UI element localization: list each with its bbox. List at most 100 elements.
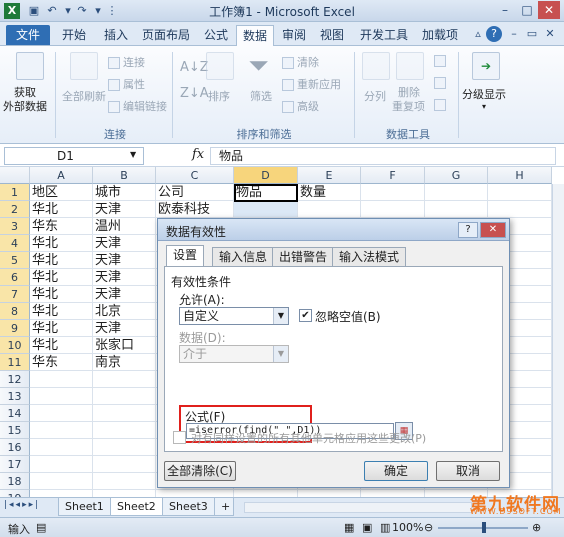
column-header[interactable]: H (488, 167, 552, 184)
tab-review[interactable]: 审阅 (276, 25, 312, 45)
cell[interactable]: 北京 (93, 303, 156, 320)
cell[interactable] (30, 405, 93, 422)
cell[interactable]: 公司 (156, 184, 234, 201)
cell[interactable] (93, 456, 156, 473)
maximize-button[interactable]: □ (516, 1, 538, 19)
sort-asc-icon[interactable]: A↓Z (180, 60, 209, 75)
horizontal-scrollbar[interactable] (244, 502, 472, 513)
sort-desc-icon[interactable]: Z↓A (180, 86, 209, 101)
dialog-title-bar[interactable]: 数据有效性 ? ✕ (158, 219, 509, 241)
doc-close-icon[interactable]: ✕ (542, 26, 558, 42)
sheet-tab-1[interactable]: Sheet1 (58, 498, 111, 516)
column-header[interactable]: F (361, 167, 425, 184)
column-header[interactable]: E (298, 167, 361, 184)
dialog-close-button[interactable]: ✕ (480, 222, 506, 238)
cell[interactable]: 华北 (30, 320, 93, 337)
cell[interactable]: 南京 (93, 354, 156, 371)
formula-input[interactable]: 物品 (210, 147, 556, 165)
edit-links-button[interactable]: 编辑链接 (108, 98, 167, 114)
clear-button[interactable]: 清除 (282, 54, 319, 70)
vertical-scrollbar[interactable] (552, 184, 564, 497)
name-box-dropdown-icon[interactable]: ▼ (130, 150, 136, 159)
cell[interactable] (30, 439, 93, 456)
cell[interactable]: 华北 (30, 269, 93, 286)
cell[interactable] (425, 201, 488, 218)
cell[interactable] (93, 439, 156, 456)
select-all-corner[interactable] (0, 167, 30, 184)
cell[interactable] (93, 388, 156, 405)
sheet-tab-2[interactable]: Sheet2 (110, 498, 163, 516)
connections-button[interactable]: 连接 (108, 54, 145, 70)
cell[interactable]: 天津 (93, 269, 156, 286)
page-break-view-icon[interactable]: ▥ (380, 521, 390, 534)
cell[interactable] (488, 184, 552, 201)
cell[interactable]: 欧泰科技 (156, 201, 234, 218)
name-box[interactable]: D1 (4, 147, 144, 165)
reapply-button[interactable]: 重新应用 (282, 76, 341, 92)
row-header[interactable]: 7 (0, 286, 30, 303)
tab-page-layout[interactable]: 页面布局 (136, 25, 196, 45)
column-header[interactable]: C (156, 167, 234, 184)
cell[interactable] (30, 473, 93, 490)
row-header[interactable]: 12 (0, 371, 30, 388)
insert-sheet-icon[interactable]: + (214, 498, 234, 516)
row-header[interactable]: 6 (0, 269, 30, 286)
cell[interactable] (30, 388, 93, 405)
properties-button[interactable]: 属性 (108, 76, 145, 92)
cell[interactable]: 数量 (298, 184, 361, 201)
remove-duplicates-line2[interactable]: 重复项 (392, 98, 425, 114)
row-header[interactable]: 16 (0, 439, 30, 456)
fx-icon[interactable]: fx (192, 147, 204, 162)
text-to-columns-button[interactable]: 分列 (364, 88, 386, 104)
minimize-ribbon-icon[interactable]: ▵ (470, 26, 486, 42)
data-select[interactable]: 介于 ▼ (179, 345, 289, 363)
cell[interactable]: 天津 (93, 252, 156, 269)
cell[interactable]: 华北 (30, 337, 93, 354)
apply-all-checkbox[interactable] (173, 431, 186, 444)
zoom-level[interactable]: 100% (392, 521, 423, 534)
row-header[interactable]: 3 (0, 218, 30, 235)
row-header[interactable]: 1 (0, 184, 30, 201)
row-header[interactable]: 9 (0, 320, 30, 337)
doc-minimize-icon[interactable]: – (506, 26, 522, 42)
row-header[interactable]: 2 (0, 201, 30, 218)
cell[interactable] (361, 201, 425, 218)
cell[interactable]: 城市 (93, 184, 156, 201)
tab-error-alert[interactable]: 出错警告 (272, 247, 335, 266)
cell[interactable]: 华北 (30, 303, 93, 320)
get-external-data-button-line2[interactable]: 外部数据 (3, 98, 47, 114)
page-layout-view-icon[interactable]: ▣ (362, 521, 372, 534)
cell[interactable]: 温州 (93, 218, 156, 235)
row-header[interactable]: 5 (0, 252, 30, 269)
cell[interactable]: 华北 (30, 286, 93, 303)
cell[interactable] (30, 422, 93, 439)
what-if-icon[interactable] (434, 98, 449, 111)
refresh-all-button[interactable]: 全部刷新 (62, 88, 106, 104)
cell[interactable] (93, 422, 156, 439)
cell[interactable] (93, 371, 156, 388)
tab-view[interactable]: 视图 (314, 25, 350, 45)
clear-all-button[interactable]: 全部清除(C) (164, 461, 236, 481)
zoom-out-icon[interactable]: ⊖ (424, 521, 433, 534)
row-header[interactable]: 15 (0, 422, 30, 439)
filter-button[interactable]: 筛选 (250, 88, 272, 104)
cell[interactable]: 华东 (30, 354, 93, 371)
sheet-nav-arrows-icon[interactable]: |◂◂▸▸| (4, 500, 40, 510)
close-window-button[interactable]: ✕ (538, 1, 560, 19)
sheet-tab-3[interactable]: Sheet3 (162, 498, 215, 516)
cell[interactable]: 华北 (30, 201, 93, 218)
row-header[interactable]: 4 (0, 235, 30, 252)
tab-developer[interactable]: 开发工具 (354, 25, 414, 45)
cell[interactable] (93, 405, 156, 422)
tab-formulas[interactable]: 公式 (198, 25, 234, 45)
cell[interactable]: 华北 (30, 235, 93, 252)
cell[interactable]: 地区 (30, 184, 93, 201)
dialog-help-button[interactable]: ? (458, 222, 478, 238)
cell[interactable]: 天津 (93, 286, 156, 303)
cell[interactable] (234, 201, 298, 218)
cell[interactable]: 天津 (93, 235, 156, 252)
ok-button[interactable]: 确定 (364, 461, 428, 481)
cell[interactable] (30, 371, 93, 388)
row-header[interactable]: 13 (0, 388, 30, 405)
cell[interactable]: 张家口 (93, 337, 156, 354)
